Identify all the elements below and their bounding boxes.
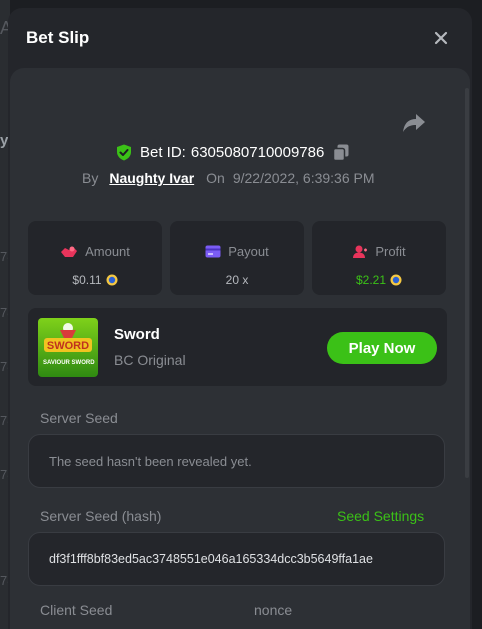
game-provider: BC Original <box>114 352 186 368</box>
verified-shield-icon <box>117 144 131 160</box>
bet-id-label: Bet ID: <box>140 143 186 161</box>
coin-icon <box>106 274 118 286</box>
bettor-username-link[interactable]: Naughty Ivar <box>109 170 194 186</box>
game-thumbnail[interactable]: SWORD SAVIOUR SWORD <box>38 318 98 377</box>
server-seed-label: Server Seed <box>40 410 118 426</box>
copy-icon[interactable] <box>333 144 349 161</box>
client-seed-label: Client Seed <box>40 602 113 618</box>
amount-label: Amount <box>85 244 130 259</box>
thumbnail-title: SWORD <box>47 340 89 352</box>
server-seed-placeholder: The seed hasn't been revealed yet. <box>49 453 252 469</box>
game-name: Sword <box>114 326 160 343</box>
server-seed-hash-label: Server Seed (hash) <box>40 508 162 524</box>
scrollbar[interactable] <box>465 88 469 478</box>
bet-slip-modal: Bet Slip Bet ID: 6305080710009786 By Nau… <box>8 8 472 629</box>
bet-id-row: Bet ID: 6305080710009786 <box>116 142 349 162</box>
modal-title: Bet Slip <box>26 28 90 47</box>
amount-value: $0.11 <box>72 273 102 287</box>
game-card: SWORD SAVIOUR SWORD Sword BC Original Pl… <box>28 308 447 386</box>
profit-label: Profit <box>375 244 406 259</box>
bet-meta-row: By Naughty Ivar On 9/22/2022, 6:39:36 PM <box>82 168 375 188</box>
payout-label: Payout <box>228 244 269 259</box>
on-label: On <box>206 170 225 186</box>
close-icon[interactable] <box>431 28 451 48</box>
coin-icon <box>390 274 402 286</box>
thumbnail-subtitle: SAVIOUR SWORD <box>43 360 95 366</box>
server-seed-hash-field[interactable]: df3f1fff8bf83ed5ac3748551e046a165334dcc3… <box>28 532 445 586</box>
seed-settings-link[interactable]: Seed Settings <box>337 508 424 524</box>
payout-value: 20 x <box>225 273 249 287</box>
bet-datetime: 9/22/2022, 6:39:36 PM <box>232 170 375 186</box>
server-seed-hash-value: df3f1fff8bf83ed5ac3748551e046a165334dcc3… <box>49 552 373 566</box>
profit-value: $2.21 <box>355 273 387 287</box>
share-icon[interactable] <box>402 112 426 134</box>
card-icon <box>205 245 221 258</box>
server-seed-field[interactable]: The seed hasn't been revealed yet. <box>28 434 445 488</box>
profit-icon <box>353 245 368 258</box>
profit-stat: Profit $2.21 <box>312 221 446 295</box>
nonce-label: nonce <box>254 602 293 618</box>
payout-stat: Payout 20 x <box>170 221 304 295</box>
by-label: By <box>82 170 99 186</box>
bet-id-value: 6305080710009786 <box>190 143 325 161</box>
play-now-button[interactable]: Play Now <box>327 332 437 364</box>
amount-icon <box>61 246 78 257</box>
amount-stat: Amount $0.11 <box>28 221 162 295</box>
